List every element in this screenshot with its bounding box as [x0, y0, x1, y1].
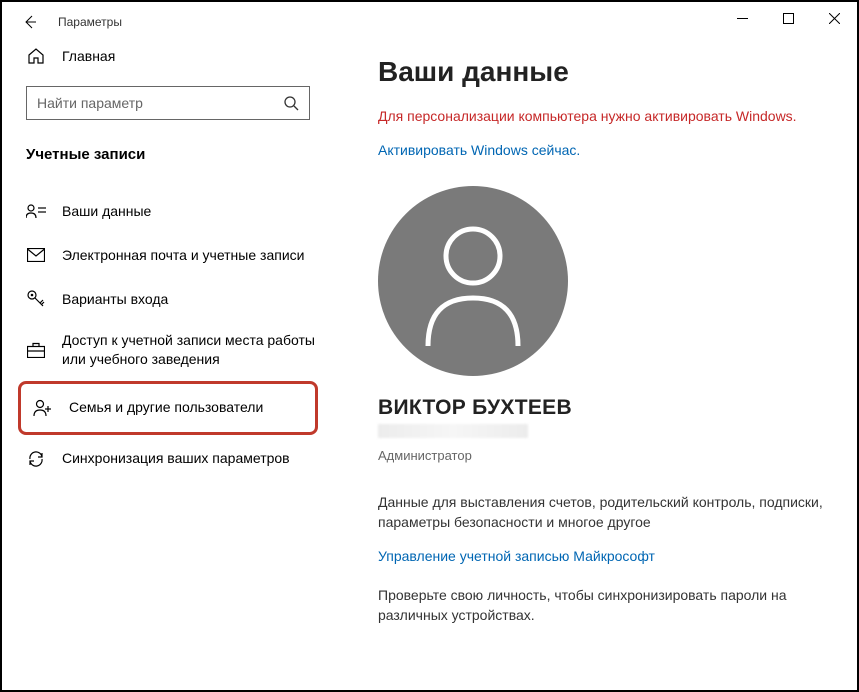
nav-label: Доступ к учетной записи места работы или…: [62, 331, 316, 369]
sidebar-item-email[interactable]: Электронная почта и учетные записи: [22, 233, 324, 277]
sidebar-item-work[interactable]: Доступ к учетной записи места работы или…: [22, 321, 324, 379]
family-icon: [33, 399, 53, 417]
page-title: Ваши данные: [378, 56, 827, 88]
minimize-button[interactable]: [719, 2, 765, 34]
highlight-annotation: Семья и другие пользователи: [18, 381, 318, 435]
search-input[interactable]: [37, 95, 267, 111]
verify-text: Проверьте свою личность, чтобы синхрониз…: [378, 586, 827, 625]
nav-label: Ваши данные: [62, 202, 151, 221]
home-icon: [26, 47, 46, 65]
nav-label: Семья и другие пользователи: [69, 398, 263, 417]
category-header: Учетные записи: [22, 146, 324, 189]
briefcase-icon: [26, 342, 46, 358]
sidebar-item-your-info[interactable]: Ваши данные: [22, 189, 324, 233]
search-input-wrap[interactable]: [26, 86, 310, 120]
back-button[interactable]: [10, 2, 50, 42]
sidebar-item-signin[interactable]: Варианты входа: [22, 277, 324, 321]
home-link[interactable]: Главная: [22, 42, 324, 86]
account-description: Данные для выставления счетов, родительс…: [378, 493, 827, 532]
nav-label: Электронная почта и учетные записи: [62, 246, 304, 265]
manage-account-link[interactable]: Управление учетной записью Майкрософт: [378, 548, 827, 564]
nav-label: Варианты входа: [62, 290, 168, 309]
key-icon: [26, 290, 46, 308]
avatar: [378, 186, 827, 376]
nav-label: Синхронизация ваших параметров: [62, 449, 290, 468]
search-icon: [283, 95, 299, 111]
close-button[interactable]: [811, 2, 857, 34]
sidebar-item-sync[interactable]: Синхронизация ваших параметров: [22, 437, 324, 481]
maximize-button[interactable]: [765, 2, 811, 34]
person-card-icon: [26, 203, 46, 219]
user-email-redacted: [378, 424, 528, 438]
mail-icon: [26, 248, 46, 262]
user-role: Администратор: [378, 448, 827, 463]
activate-link[interactable]: Активировать Windows сейчас.: [378, 142, 827, 158]
sync-icon: [26, 450, 46, 468]
window-title: Параметры: [58, 15, 122, 29]
activation-warning: Для персонализации компьютера нужно акти…: [378, 108, 827, 124]
home-label: Главная: [62, 47, 115, 66]
sidebar-item-family[interactable]: Семья и другие пользователи: [25, 386, 311, 430]
user-name: ВИКТОР БУХТЕЕВ: [378, 396, 827, 420]
